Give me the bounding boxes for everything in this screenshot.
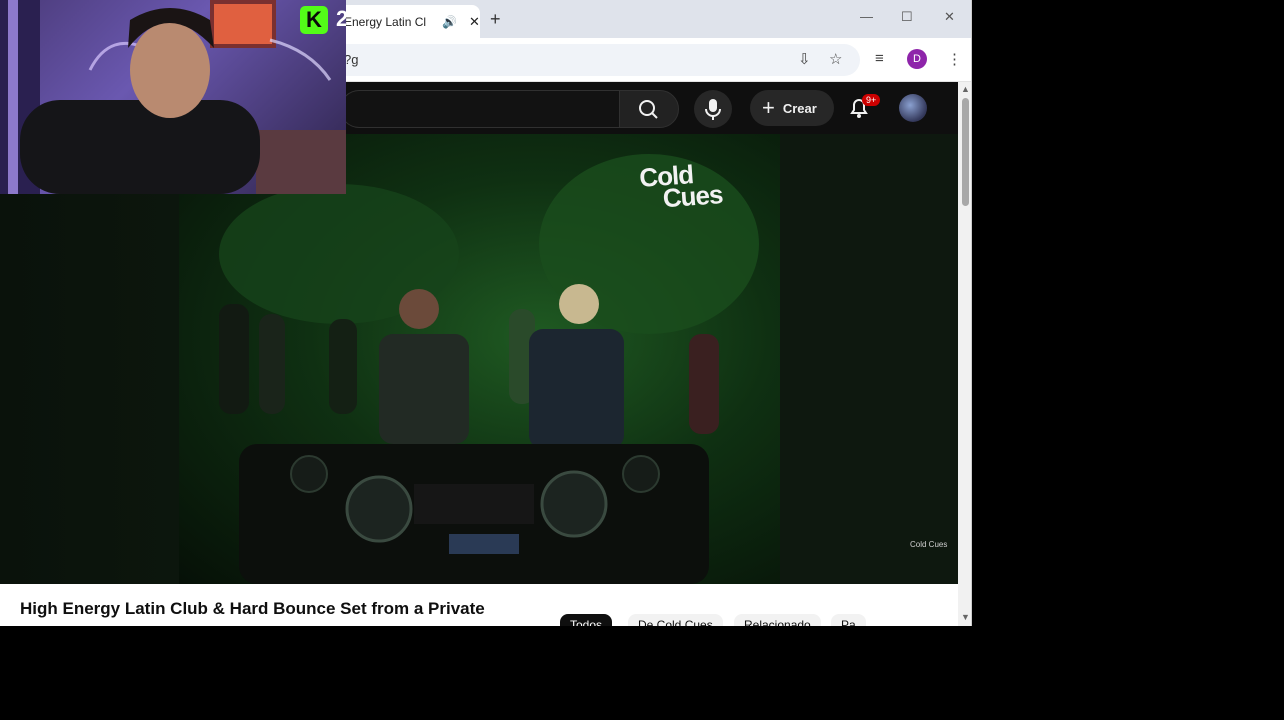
notification-badge: 9+ — [862, 94, 881, 106]
speaker-icon[interactable]: 🔊 — [442, 15, 457, 29]
video-title: High Energy Latin Club & Hard Bounce Set… — [20, 599, 485, 618]
chip-related[interactable]: Relacionado — [734, 614, 821, 626]
scrollbar-thumb[interactable] — [962, 98, 969, 206]
search-button[interactable] — [619, 90, 679, 128]
chip-more[interactable]: Pa — [831, 614, 866, 626]
video-player[interactable]: Cold Cues Cold Cues — [0, 134, 958, 584]
address-bar[interactable]: ?g — [320, 44, 860, 76]
install-app-icon[interactable]: ⇩ — [798, 50, 811, 68]
player-letterbox-left — [0, 134, 179, 584]
kick-logo-icon: K — [300, 6, 328, 34]
chip-from-channel[interactable]: De Cold Cues — [628, 614, 723, 626]
page-scrollbar[interactable]: ▲ ▼ — [958, 82, 971, 626]
cold-cues-logo: Cold Cues — [638, 159, 724, 214]
maximize-button[interactable]: ☐ — [901, 9, 913, 25]
close-window-button[interactable]: ✕ — [944, 9, 955, 25]
scroll-down-arrow-icon[interactable]: ▼ — [961, 612, 970, 622]
close-tab-icon[interactable]: ✕ — [469, 14, 480, 30]
user-avatar[interactable] — [899, 94, 927, 122]
scroll-up-arrow-icon[interactable]: ▲ — [961, 84, 970, 94]
screen: Energy Latin Cl 🔊 ✕ + — ☐ ✕ ?g ⇩ ☆ ≡ D ⋮ — [0, 0, 1284, 720]
voice-search-button[interactable] — [694, 90, 732, 128]
minimize-button[interactable]: — — [860, 9, 873, 24]
create-label: Crear — [782, 100, 817, 116]
tab-title: Energy Latin Cl — [344, 14, 427, 29]
plus-icon: + — [762, 95, 775, 120]
streamer-webcam-image — [0, 0, 346, 194]
address-text: ?g — [344, 52, 359, 67]
bookmark-star-icon[interactable]: ☆ — [829, 50, 842, 68]
below-player: High Energy Latin Club & Hard Bounce Set… — [0, 584, 958, 626]
chip-all[interactable]: Todos — [560, 614, 613, 626]
active-tab[interactable]: Energy Latin Cl 🔊 ✕ — [330, 5, 480, 38]
search-icon — [639, 100, 658, 119]
webcam-overlay: K 2 — [0, 0, 346, 194]
mic-icon — [705, 99, 721, 120]
viewer-count: 2 — [336, 6, 346, 31]
create-button[interactable]: + Crear — [750, 90, 834, 126]
media-control-icon[interactable]: ≡ — [875, 50, 884, 67]
player-letterbox-right — [780, 134, 958, 584]
menu-kebab-icon[interactable]: ⋮ — [947, 50, 962, 68]
search-input[interactable] — [340, 90, 620, 128]
new-tab-button[interactable]: + — [490, 9, 501, 30]
profile-avatar[interactable]: D — [907, 49, 927, 69]
video-watermark: Cold Cues — [910, 540, 948, 549]
